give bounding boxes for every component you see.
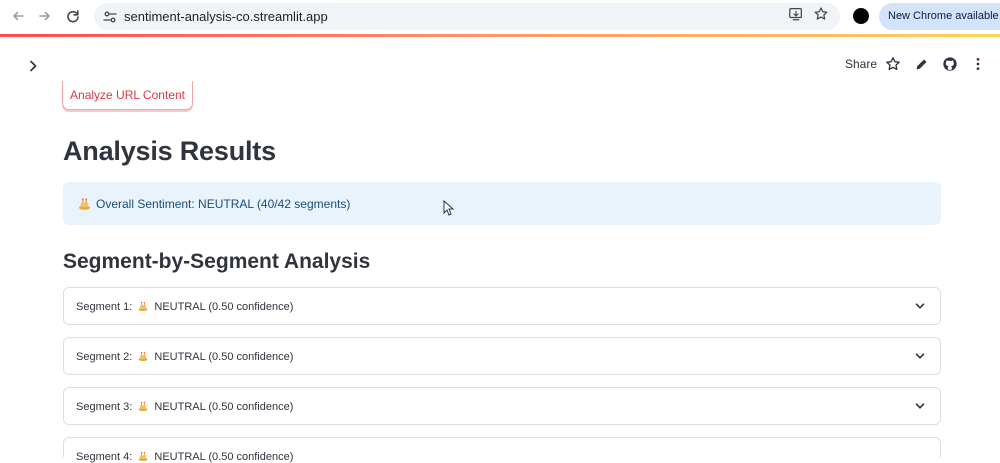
neutral-emoji-icon [138, 451, 148, 462]
profile-icon[interactable] [853, 8, 869, 24]
forward-icon[interactable] [33, 4, 57, 28]
segment-prefix: Segment 2: [76, 351, 133, 363]
more-vert-icon[interactable] [969, 55, 987, 73]
overall-sentiment-text: Overall Sentiment: NEUTRAL (40/42 segmen… [96, 197, 351, 211]
segment-prefix: Segment 4: [76, 451, 133, 463]
segment-expander-2[interactable]: Segment 2: NEUTRAL (0.50 confidence) [63, 337, 941, 375]
segment-label: Segment 3: NEUTRAL (0.50 confidence) [76, 400, 293, 413]
neutral-emoji-icon [138, 351, 148, 362]
segment-result: NEUTRAL (0.50 confidence) [154, 401, 294, 413]
analyze-url-content-button[interactable]: Analyze URL Content [62, 81, 193, 110]
segment-expander-3[interactable]: Segment 3: NEUTRAL (0.50 confidence) [63, 387, 941, 425]
section-title: Segment-by-Segment Analysis [63, 250, 371, 273]
url-text: sentiment-analysis-co.streamlit.app [124, 9, 328, 24]
site-info-icon[interactable] [102, 9, 118, 25]
bookmark-star-icon[interactable] [812, 5, 830, 23]
install-app-icon[interactable] [787, 5, 805, 23]
address-bar[interactable]: sentiment-analysis-co.streamlit.app [94, 3, 840, 30]
segment-prefix: Segment 3: [76, 401, 133, 413]
chevron-down-icon[interactable] [914, 350, 926, 362]
segment-label: Segment 1: NEUTRAL (0.50 confidence) [76, 300, 293, 313]
page-title: Analysis Results [63, 136, 276, 166]
neutral-emoji-icon [138, 301, 148, 312]
sidebar-expand-icon[interactable] [25, 58, 41, 74]
segment-result: NEUTRAL (0.50 confidence) [154, 451, 294, 463]
chevron-down-icon[interactable] [914, 400, 926, 412]
edit-icon[interactable] [912, 55, 930, 73]
chevron-down-icon[interactable] [914, 300, 926, 312]
segment-result: NEUTRAL (0.50 confidence) [154, 351, 294, 363]
reload-icon[interactable] [61, 4, 85, 28]
neutral-emoji-icon [78, 198, 91, 210]
star-icon[interactable] [884, 55, 902, 73]
neutral-emoji-icon [138, 401, 148, 412]
segment-prefix: Segment 1: [76, 301, 133, 313]
segment-result: NEUTRAL (0.50 confidence) [154, 301, 294, 313]
segment-label: Segment 2: NEUTRAL (0.50 confidence) [76, 350, 293, 363]
overall-sentiment-alert: Overall Sentiment: NEUTRAL (40/42 segmen… [63, 182, 941, 225]
segment-expander-4[interactable]: Segment 4: NEUTRAL (0.50 confidence) [63, 437, 941, 463]
new-chrome-available-button[interactable]: New Chrome available [879, 3, 1000, 30]
browser-toolbar: sentiment-analysis-co.streamlit.app New … [0, 0, 1000, 34]
segment-expander-1[interactable]: Segment 1: NEUTRAL (0.50 confidence) [63, 287, 941, 325]
share-button[interactable]: Share [845, 57, 877, 71]
mouse-cursor-icon [443, 200, 455, 216]
github-icon[interactable] [941, 55, 959, 73]
update-label: New Chrome available [888, 10, 999, 22]
back-icon[interactable] [6, 4, 30, 28]
streamlit-header-decoration [0, 34, 1000, 37]
